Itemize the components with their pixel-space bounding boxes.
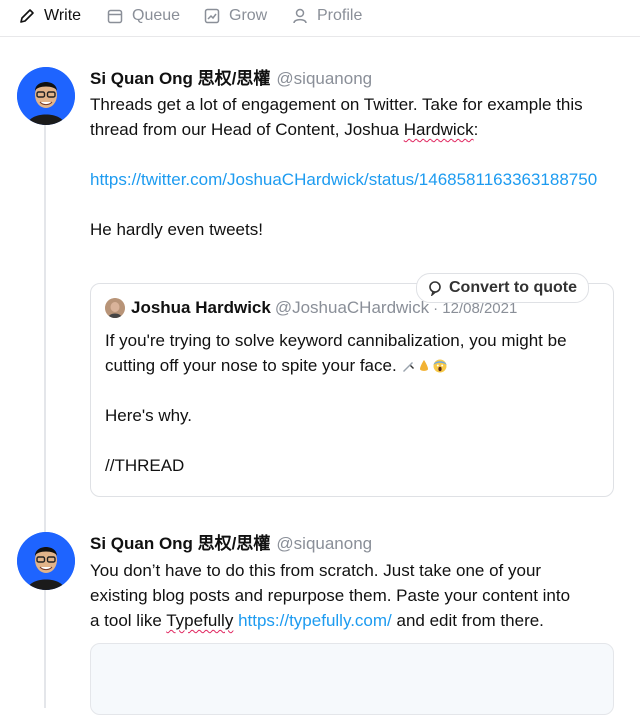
quoted-line: Here's why. bbox=[105, 406, 193, 425]
thread-connector bbox=[44, 120, 46, 708]
tweet-line: He hardly even tweets! bbox=[90, 220, 263, 239]
tweet-text-fragment: and edit from there. bbox=[391, 611, 544, 630]
quoted-author-name: Joshua Hardwick bbox=[131, 298, 271, 317]
convert-to-quote-label: Convert to quote bbox=[449, 279, 577, 296]
tweet-text-fragment: thread from our Head of Content, Joshua bbox=[90, 120, 404, 139]
tweet-line: Threads get a lot of engagement on Twitt… bbox=[90, 95, 583, 114]
top-nav: Write Queue Grow Profile bbox=[0, 0, 640, 37]
tweet-line: You don’t have to do this from scratch. … bbox=[90, 561, 542, 580]
avatar bbox=[105, 298, 125, 318]
nose-icon bbox=[420, 360, 429, 371]
quoted-tweet-body: If you're trying to solve keyword cannib… bbox=[105, 328, 605, 478]
spellcheck-word: Hardwick bbox=[403, 120, 474, 139]
nav-profile[interactable]: Profile bbox=[291, 5, 362, 27]
tweet-header: Si Quan Ong 思权/思權 @siquanong bbox=[90, 533, 372, 555]
quoted-line: If you're trying to solve keyword cannib… bbox=[105, 331, 567, 350]
tweet-body[interactable]: You don’t have to do this from scratch. … bbox=[90, 558, 620, 633]
screaming-face-icon bbox=[433, 359, 447, 373]
avatar[interactable] bbox=[17, 67, 75, 125]
nav-grow-label: Grow bbox=[229, 7, 268, 24]
speech-bubble-icon bbox=[429, 281, 441, 296]
tweet-text-fragment: a tool like bbox=[90, 611, 167, 630]
tweet-header: Si Quan Ong 思权/思權 @siquanong bbox=[90, 68, 372, 90]
quoted-text-fragment: cutting off your nose to spite your face… bbox=[105, 356, 397, 375]
tweet-text-fragment: : bbox=[473, 120, 479, 139]
tweet-line: a tool like Typefully https://typefully.… bbox=[90, 608, 620, 633]
nav-grow[interactable]: Grow bbox=[203, 5, 267, 27]
nav-queue-label: Queue bbox=[132, 7, 181, 24]
tweet-line: https://twitter.com/JoshuaCHardwick/stat… bbox=[90, 167, 620, 192]
quoted-author-handle: @JoshuaCHardwick bbox=[274, 298, 430, 317]
convert-to-quote-button[interactable]: Convert to quote bbox=[416, 273, 589, 303]
chart-icon bbox=[204, 8, 220, 24]
calendar-icon bbox=[107, 9, 123, 24]
tweet-link[interactable]: https://twitter.com/JoshuaCHardwick/stat… bbox=[90, 170, 597, 189]
person-avatar-image bbox=[17, 67, 75, 125]
author-name: Si Quan Ong 思权/思權 bbox=[90, 534, 271, 553]
person-avatar-image bbox=[17, 532, 75, 590]
link-preview-card[interactable] bbox=[90, 643, 614, 715]
knife-icon bbox=[403, 362, 415, 372]
quoted-line: cutting off your nose to spite your face… bbox=[105, 353, 605, 378]
tweet-body[interactable]: Threads get a lot of engagement on Twitt… bbox=[90, 92, 620, 242]
author-name: Si Quan Ong 思权/思權 bbox=[90, 69, 271, 88]
author-handle: @siquanong bbox=[276, 69, 373, 88]
person-avatar-image bbox=[105, 298, 125, 318]
author-handle: @siquanong bbox=[276, 534, 373, 553]
tweet-link[interactable]: https://typefully.com/ bbox=[238, 611, 392, 630]
user-icon bbox=[293, 8, 307, 24]
nav-profile-label: Profile bbox=[317, 7, 363, 24]
nav-write-label: Write bbox=[44, 7, 82, 24]
quoted-tweet-card[interactable]: Joshua Hardwick @JoshuaCHardwick · 12/08/2… bbox=[90, 283, 614, 497]
tweet-line: existing blog posts and repurpose them. … bbox=[90, 586, 571, 605]
nav-write[interactable]: Write bbox=[18, 5, 81, 27]
spellcheck-word: Typefully bbox=[166, 611, 234, 630]
pencil-icon bbox=[20, 9, 34, 23]
tweet-line: thread from our Head of Content, Joshua … bbox=[90, 117, 620, 142]
avatar[interactable] bbox=[17, 532, 75, 590]
quoted-line: //THREAD bbox=[105, 456, 185, 475]
nav-queue[interactable]: Queue bbox=[106, 5, 180, 27]
